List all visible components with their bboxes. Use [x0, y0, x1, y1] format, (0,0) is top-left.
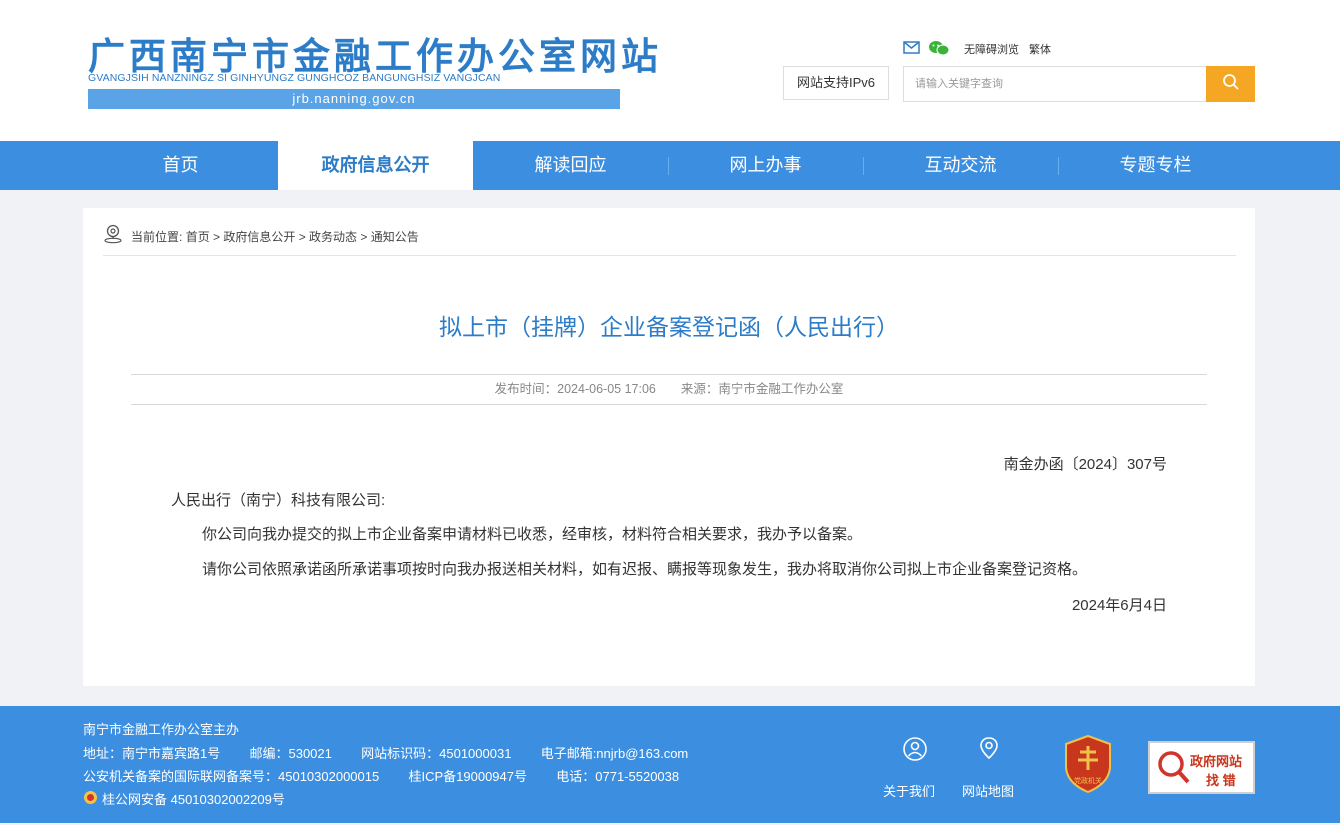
- nav-item-online-services[interactable]: 网上办事: [668, 141, 863, 190]
- party-government-badge[interactable]: 党政机关: [1062, 734, 1114, 794]
- location-pin-icon: [103, 224, 123, 247]
- about-us-link[interactable]: 关于我们: [883, 781, 935, 800]
- publish-time: 发布时间：2024-06-05 17:06: [494, 382, 656, 396]
- document-number: 南金办函〔2024〕307号: [1003, 456, 1167, 473]
- nav-item-interaction[interactable]: 互动交流: [863, 141, 1058, 190]
- main-nav: 首页 政府信息公开 解读回应 网上办事 互动交流 专题专栏: [0, 141, 1340, 190]
- site-logo-domain: jrb.nanning.gov.cn: [88, 89, 620, 109]
- traditional-chinese-link[interactable]: 繁体: [1029, 41, 1051, 57]
- article-paragraph: 请你公司依照承诺函所承诺事项按时向我办报送相关材料，如有迟报、瞒报等现象发生，我…: [202, 561, 1088, 578]
- search-button[interactable]: [1206, 66, 1255, 102]
- footer-public-security[interactable]: 桂公网安备 45010302002209号: [83, 789, 285, 808]
- footer-postcode: 邮编：530021: [249, 746, 332, 761]
- wechat-icon[interactable]: [928, 40, 950, 59]
- footer-sponsor: 南宁市金融工作办公室主办: [83, 722, 240, 737]
- footer-public-security-text: 桂公网安备 45010302002209号: [102, 792, 285, 807]
- footer-icp[interactable]: 桂ICP备19000947号: [408, 769, 527, 784]
- sitemap-icon[interactable]: [969, 736, 1009, 766]
- about-us-icon[interactable]: [895, 736, 935, 766]
- footer-police-record: 公安机关备案的国际联网备案号：45010302000015: [83, 769, 380, 784]
- breadcrumb-prefix: 当前位置:: [131, 230, 183, 244]
- footer-email: 电子邮箱:nnjrb@163.com: [540, 746, 689, 761]
- breadcrumb: 当前位置: 首页 > 政府信息公开 > 政务动态 > 通知公告: [103, 224, 1236, 256]
- article-container: 当前位置: 首页 > 政府信息公开 > 政务动态 > 通知公告 拟上市（挂牌）企…: [83, 208, 1255, 686]
- footer-address: 地址：南宁市嘉宾路1号: [83, 746, 221, 761]
- ipv6-badge: 网站支持IPv6: [783, 66, 889, 100]
- nav-item-home[interactable]: 首页: [83, 141, 278, 190]
- nav-item-interpretation[interactable]: 解读回应: [473, 141, 668, 190]
- sitemap-link[interactable]: 网站地图: [962, 781, 1014, 800]
- footer-record-line: 公安机关备案的国际联网备案号：45010302000015 桂ICP备19000…: [83, 766, 679, 785]
- nav-item-special-topics[interactable]: 专题专栏: [1058, 141, 1253, 190]
- article-source: 来源：南宁市金融工作办公室: [680, 382, 844, 396]
- site-footer: 南宁市金融工作办公室主办 地址：南宁市嘉宾路1号 邮编：530021 网站标识码…: [0, 706, 1340, 823]
- salutation: 人民出行（南宁）科技有限公司:: [171, 492, 386, 509]
- gov-site-error-report[interactable]: 政府网站 找 错: [1148, 741, 1255, 794]
- site-logo-pinyin: GVANGJSIH NANZNINGZ SI GINHYUNGZ GUNGHCO…: [88, 72, 501, 84]
- search-box: [903, 66, 1255, 102]
- footer-contact-line: 地址：南宁市嘉宾路1号 邮编：530021 网站标识码：4501000031 电…: [83, 743, 688, 762]
- mail-icon[interactable]: [903, 41, 920, 57]
- breadcrumb-path[interactable]: 首页 > 政府信息公开 > 政务动态 > 通知公告: [186, 230, 419, 244]
- article-meta: 发布时间：2024-06-05 17:06 来源：南宁市金融工作办公室: [131, 374, 1207, 405]
- error-report-line1: 政府网站: [1190, 754, 1243, 769]
- site-logo-title[interactable]: 广西南宁市金融工作办公室网站: [88, 36, 662, 76]
- search-icon: [1222, 73, 1240, 96]
- nav-item-gov-info[interactable]: 政府信息公开: [278, 141, 473, 190]
- article-paragraph: 你公司向我办提交的拟上市企业备案申请材料已收悉，经审核，材料符合相关要求，我办予…: [202, 526, 863, 543]
- footer-phone: 电话：0771-5520038: [556, 769, 680, 784]
- search-input[interactable]: [904, 67, 1206, 101]
- error-report-line2: 找 错: [1206, 773, 1236, 788]
- site-header: 广西南宁市金融工作办公室网站 GVANGJSIH NANZNINGZ SI GI…: [0, 0, 1340, 141]
- accessibility-link[interactable]: 无障碍浏览: [964, 41, 1019, 57]
- badge-label: 党政机关: [1074, 776, 1102, 785]
- article-date: 2024年6月4日: [1071, 597, 1167, 614]
- footer-site-code: 网站标识码：4501000031: [361, 746, 512, 761]
- police-emblem-icon: [83, 790, 98, 808]
- top-utility-bar: 无障碍浏览 繁体: [903, 40, 1051, 58]
- article-title: 拟上市（挂牌）企业备案登记函（人民出行）: [439, 314, 899, 340]
- magnifier-icon: [1158, 751, 1190, 784]
